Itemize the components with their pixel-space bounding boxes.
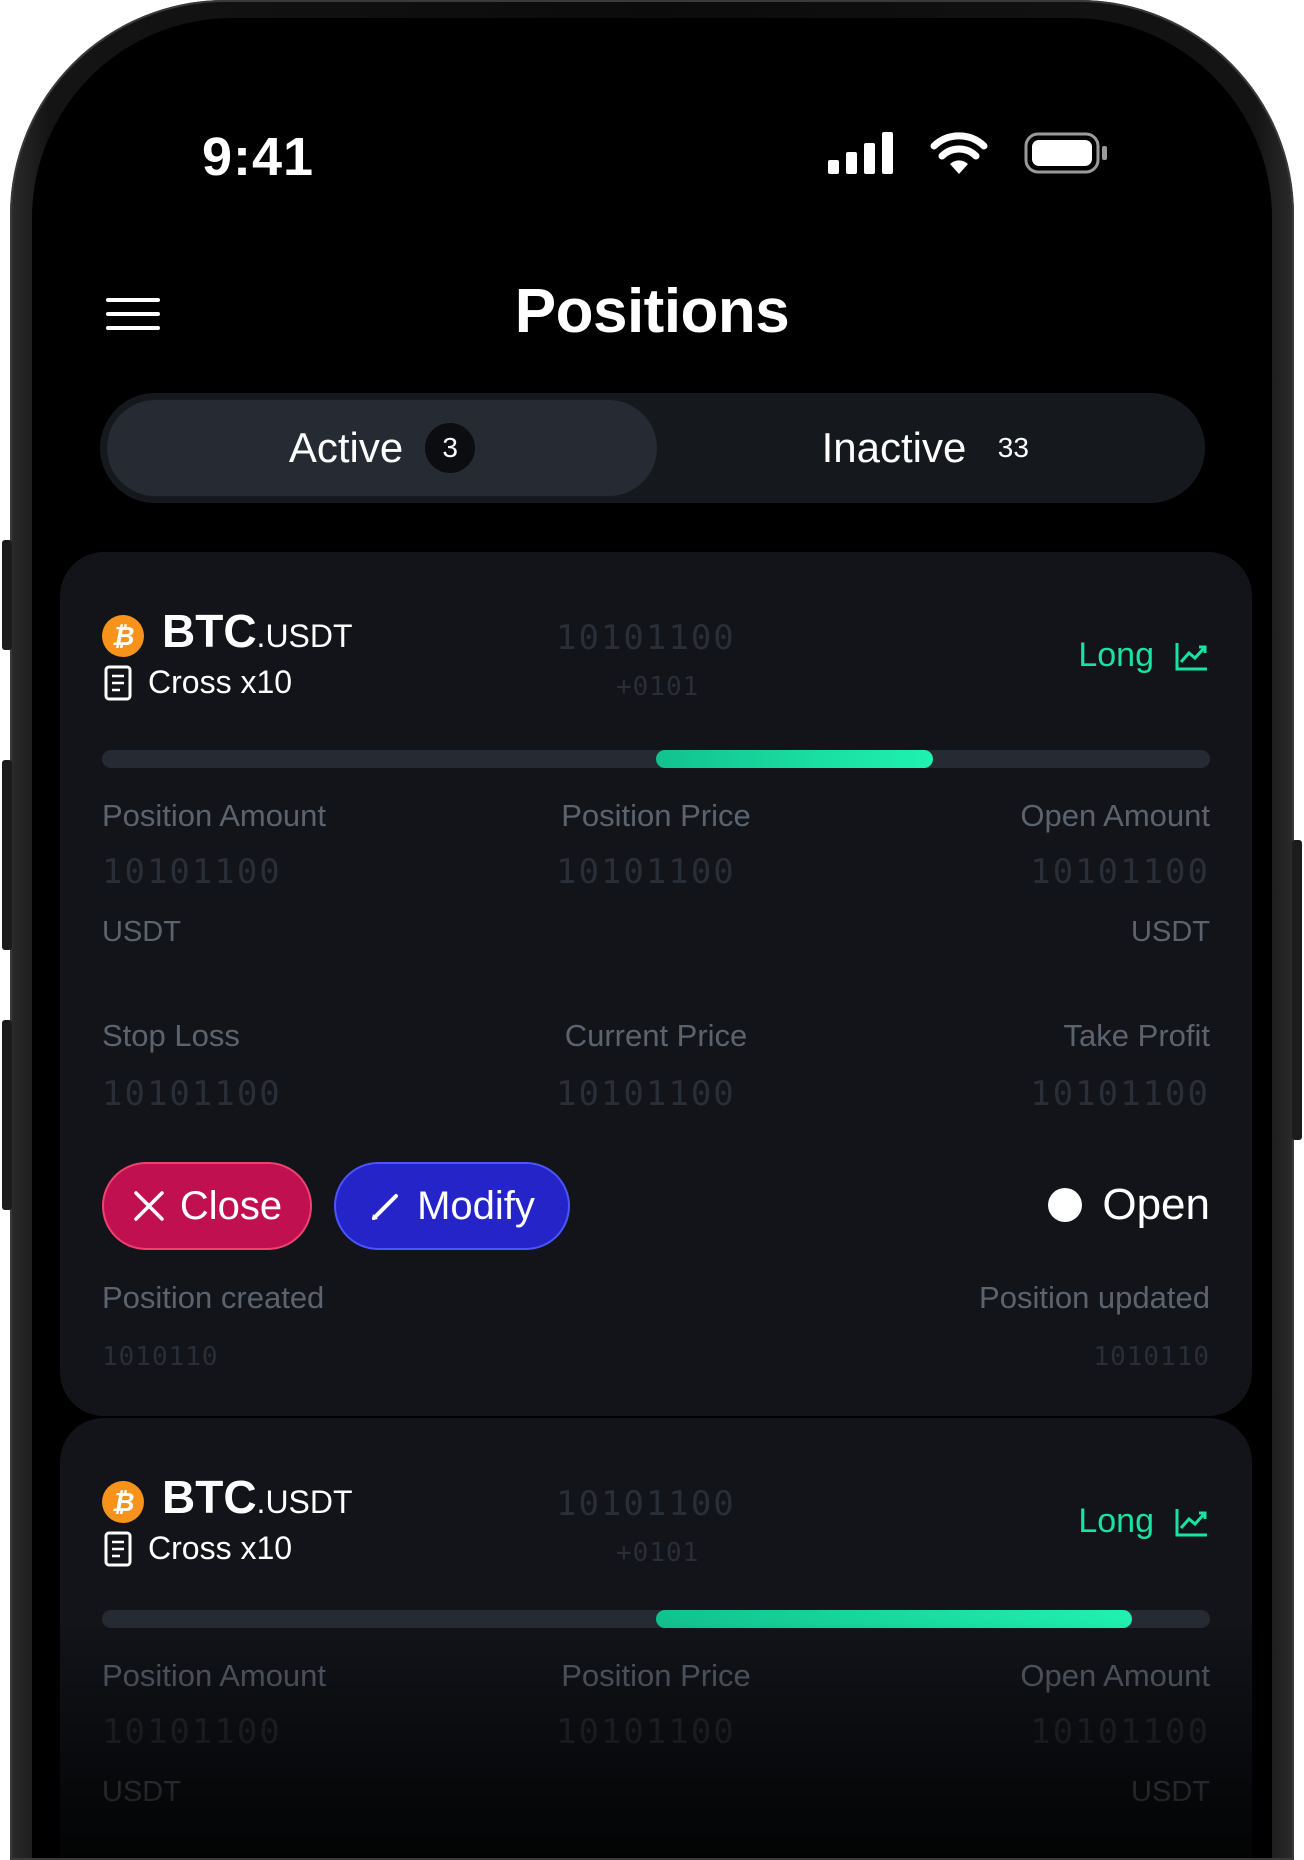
position-updated-value: 1010110: [1093, 1342, 1210, 1372]
modify-position-button[interactable]: Modify: [334, 1162, 570, 1250]
position-amount-unit: USDT: [102, 1776, 181, 1808]
open-amount-value: 10101100: [1030, 1712, 1210, 1752]
position-amount-value: 10101100: [102, 1712, 282, 1752]
position-created-label: Position created: [102, 1280, 325, 1315]
open-amount-label: Open Amount: [1020, 798, 1210, 833]
app-screen: 9:41 Positions Active 3 Inactive 33 ₿ BT…: [32, 18, 1272, 1858]
document-icon: [104, 1531, 132, 1566]
pnl-value-masked: 10101100: [556, 618, 736, 658]
bitcoin-icon: ₿: [102, 1481, 144, 1523]
position-amount-unit: USDT: [102, 916, 181, 948]
trading-pair: BTC.USDT: [162, 1470, 353, 1524]
close-icon: [134, 1191, 164, 1221]
position-status: Open: [1048, 1180, 1210, 1230]
tab-count-badge: 3: [425, 423, 476, 473]
phone-frame: 9:41 Positions Active 3 Inactive 33 ₿ BT…: [2, 0, 1302, 1860]
bitcoin-icon: ₿: [102, 615, 144, 657]
side-label: Long: [1078, 636, 1154, 674]
position-card[interactable]: ₿ BTC.USDT Cross x10 10101100 +0101 Long: [60, 552, 1252, 1416]
margin-label: Cross x10: [148, 1530, 293, 1566]
trend-up-icon: [1175, 1508, 1207, 1536]
pair-base: BTC: [162, 1471, 257, 1523]
battery-icon: [1024, 132, 1107, 174]
side-label: Long: [1078, 1502, 1154, 1540]
tab-count-badge: 33: [997, 432, 1029, 463]
position-price-value: 10101100: [556, 852, 736, 892]
wifi-icon: [930, 132, 988, 174]
stop-loss-value: 10101100: [102, 1074, 282, 1114]
tab-inactive[interactable]: Inactive 33: [655, 400, 1205, 496]
position-price-value: 10101100: [556, 1712, 736, 1752]
pair-quote: .USDT: [256, 618, 353, 654]
trading-pair: BTC.USDT: [162, 604, 353, 658]
close-position-button[interactable]: Close: [102, 1162, 312, 1250]
position-progress-bar: [102, 750, 1210, 768]
position-updated-label: Position updated: [979, 1280, 1210, 1315]
status-time: 9:41: [202, 127, 315, 187]
document-icon: [104, 665, 132, 700]
tab-label: Active: [288, 424, 404, 471]
current-price-value: 10101100: [556, 1074, 736, 1114]
open-amount-value: 10101100: [1030, 852, 1210, 892]
close-button-label: Close: [179, 1183, 283, 1228]
tab-active[interactable]: Active 3: [107, 400, 657, 496]
positions-tabs: Active 3 Inactive 33: [100, 393, 1205, 503]
margin-mode: Cross x10: [104, 1530, 292, 1567]
margin-label: Cross x10: [148, 664, 293, 700]
pair-base: BTC: [162, 605, 257, 657]
power-button: [1292, 840, 1302, 1140]
progress-fill: [656, 1610, 1133, 1628]
position-card[interactable]: ₿ BTC.USDT Cross x10 10101100 +0101 Long: [60, 1418, 1252, 1858]
pnl-change-masked: +0101: [616, 672, 700, 702]
open-amount-unit: USDT: [1131, 916, 1210, 948]
status-icons: [828, 132, 1108, 174]
position-created-value: 1010110: [102, 1342, 219, 1372]
modify-button-label: Modify: [417, 1183, 535, 1228]
mute-switch: [2, 540, 12, 650]
progress-fill: [656, 750, 933, 768]
position-amount-value: 10101100: [102, 852, 282, 892]
page-title: Positions: [514, 277, 790, 346]
margin-mode: Cross x10: [104, 664, 292, 701]
pencil-icon: [372, 1194, 399, 1220]
trend-up-icon: [1175, 642, 1207, 670]
volume-up-button: [2, 760, 12, 950]
take-profit-label: Take Profit: [1063, 1018, 1210, 1053]
volume-down-button: [2, 1020, 12, 1210]
position-side: Long: [1078, 1502, 1210, 1541]
position-side: Long: [1078, 636, 1210, 675]
take-profit-value: 10101100: [1030, 1074, 1210, 1114]
pair-quote: .USDT: [256, 1484, 353, 1520]
status-label: Open: [1102, 1180, 1210, 1229]
cellular-signal-icon: [828, 132, 893, 174]
pnl-value-masked: 10101100: [556, 1484, 736, 1524]
status-dot-icon: [1048, 1188, 1083, 1222]
tab-label: Inactive: [821, 424, 967, 471]
open-amount-unit: USDT: [1131, 1776, 1210, 1808]
open-amount-label: Open Amount: [1020, 1658, 1210, 1693]
pnl-change-masked: +0101: [616, 1538, 700, 1568]
position-progress-bar: [102, 1610, 1210, 1628]
